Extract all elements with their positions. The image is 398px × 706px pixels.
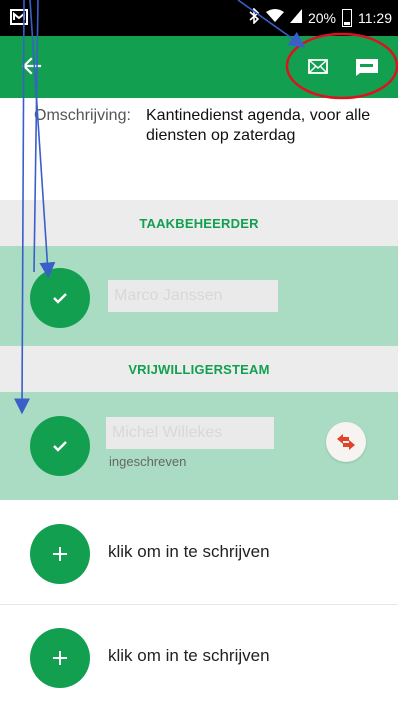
bluetooth-icon — [248, 7, 260, 28]
signup-label: klik om in te schrijven — [108, 542, 270, 561]
signup-slot[interactable]: klik om in te schrijven — [0, 502, 398, 602]
manager-row[interactable]: Marco Janssen — [0, 246, 398, 346]
battery-percent: 20% — [307, 10, 336, 26]
description-label: Omschrijving: — [34, 107, 131, 124]
clock: 11:29 — [358, 10, 392, 26]
volunteer-row[interactable]: Michel Willekes ingeschreven — [0, 392, 398, 500]
signup-slot[interactable]: klik om in te schrijven — [0, 606, 398, 706]
notification-icon — [10, 8, 28, 26]
divider — [0, 604, 398, 605]
section-header-taakbeheerder: TAAKBEHEERDER — [0, 200, 398, 246]
description: Omschrijving: Kantinedienst agenda, voor… — [34, 106, 384, 146]
arrow-left-icon[interactable] — [18, 52, 46, 80]
check-circle-icon — [30, 268, 90, 328]
envelope-icon[interactable] — [306, 54, 330, 78]
plus-circle-icon[interactable] — [30, 628, 90, 688]
manager-name: Marco Janssen — [108, 280, 278, 312]
description-value: Kantinedienst agenda, voor alle diensten… — [146, 107, 371, 144]
plus-circle-icon[interactable] — [30, 524, 90, 584]
app-bar — [0, 36, 398, 98]
signup-label: klik om in te schrijven — [108, 646, 270, 665]
volunteer-status: ingeschreven — [109, 454, 187, 469]
battery-icon — [342, 9, 352, 27]
signal-icon — [289, 9, 302, 27]
volunteer-name: Michel Willekes — [106, 417, 274, 449]
wifi-icon — [265, 9, 284, 27]
status-bar: 20% 11:29 — [0, 0, 398, 36]
swap-icon[interactable] — [326, 422, 366, 462]
check-circle-icon — [30, 416, 90, 476]
message-icon[interactable] — [352, 54, 382, 78]
section-header-vrijwilligersteam: VRIJWILLIGERSTEAM — [0, 346, 398, 392]
